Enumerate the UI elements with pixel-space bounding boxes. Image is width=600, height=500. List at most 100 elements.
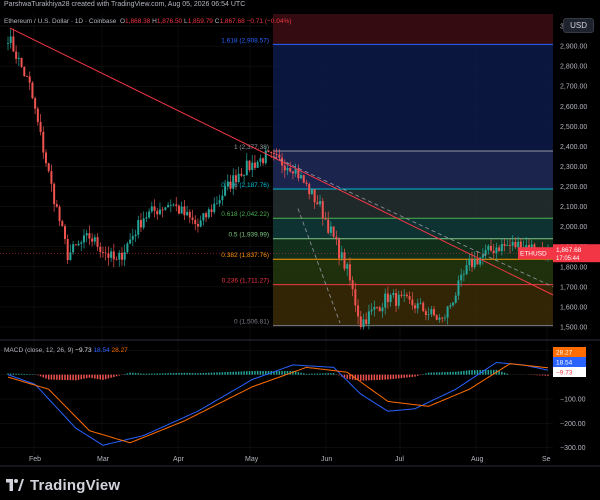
candle-body	[500, 244, 503, 252]
candle-body	[327, 219, 330, 233]
candle-body	[69, 252, 72, 261]
candle-body	[248, 160, 251, 171]
candle-body	[139, 220, 142, 228]
candle-body	[164, 207, 167, 210]
candle-body	[188, 211, 191, 218]
candle-body	[433, 309, 436, 316]
candle-body	[9, 36, 12, 44]
candle-body	[129, 239, 132, 244]
candle-body	[405, 294, 408, 297]
candle-body	[205, 213, 208, 218]
candle-body	[283, 165, 286, 171]
candle-body	[509, 245, 512, 246]
candle-body	[378, 307, 381, 312]
time-axis-label: Aug	[471, 456, 484, 463]
candle-body	[465, 265, 468, 275]
currency-button[interactable]: USD	[563, 18, 594, 33]
candle-body	[525, 245, 528, 248]
candle-body	[77, 243, 80, 246]
candle-body	[42, 131, 45, 153]
candle-body	[506, 245, 509, 246]
macd-tag-value: 18.54	[556, 360, 573, 367]
candle-body	[354, 289, 357, 306]
candle-body	[74, 244, 77, 246]
candle-body	[161, 209, 164, 211]
candle-body	[169, 204, 172, 206]
candle-body	[218, 200, 221, 204]
candle-body	[110, 251, 113, 258]
fib-zone	[273, 150, 553, 189]
candle-body	[31, 82, 34, 99]
candle-body	[492, 250, 495, 253]
candle-body	[449, 305, 452, 307]
price-axis-label: 1,800.00	[560, 264, 587, 271]
candle-body	[210, 209, 213, 213]
high-value: 1,876.50	[156, 18, 183, 25]
candle-body	[422, 302, 425, 312]
candle-body	[28, 76, 31, 83]
candle-body	[446, 306, 449, 318]
candle-body	[468, 258, 471, 266]
candle-body	[191, 217, 194, 220]
candle-body	[199, 220, 202, 227]
candle-body	[411, 299, 414, 306]
candle-body	[23, 66, 26, 77]
candle-body	[207, 209, 210, 218]
candle-body	[441, 317, 444, 319]
candle-body	[416, 303, 419, 309]
candle-body	[427, 314, 430, 316]
candle-body	[148, 211, 151, 218]
candle-body	[229, 181, 232, 189]
time-axis-label: Jul	[395, 456, 404, 463]
candle-body	[484, 250, 487, 255]
candle-body	[329, 226, 332, 233]
candle-body	[286, 168, 289, 171]
candle-body	[215, 203, 218, 205]
candle-body	[389, 295, 392, 303]
candle-body	[186, 211, 189, 216]
symbol-name: Ethereum / U.S. Dollar · 1D · Coinbase	[4, 18, 117, 25]
candle-body	[321, 201, 324, 219]
candle-body	[120, 252, 123, 260]
candle-body	[240, 173, 243, 176]
candle-body	[305, 182, 308, 184]
candle-body	[335, 236, 338, 240]
candle-body	[221, 195, 224, 201]
candle-body	[471, 258, 474, 268]
candle-body	[454, 295, 457, 303]
macd-line-value: 18.54	[93, 347, 110, 354]
candle-body	[61, 221, 64, 227]
price-axis-label: 2,900.00	[560, 44, 587, 51]
candle-body	[88, 233, 91, 239]
candle-body	[264, 150, 267, 164]
candle-body	[134, 234, 137, 237]
candle-body	[36, 108, 39, 122]
price-axis-label: 2,300.00	[560, 164, 587, 171]
price-tag-value: 1,867.68	[556, 247, 582, 254]
candle-body	[332, 226, 335, 237]
candle-body	[346, 264, 349, 269]
candle-body	[158, 209, 161, 215]
macd-axis-label: −100.00	[560, 397, 586, 404]
candle-body	[400, 294, 403, 296]
fib-level-label: 1.618 (2,908.57)	[221, 37, 269, 44]
price-axis-label: 2,100.00	[560, 204, 587, 211]
macd-legend: MACD (close, 12, 26, 9) −9.73 18.54 28.2…	[4, 347, 128, 354]
low-value: 1,859.79	[187, 18, 213, 25]
candle-body	[316, 202, 319, 205]
time-axis-label: Feb	[29, 456, 41, 463]
fib-level-label: 0 (1,506.81)	[234, 319, 269, 326]
time-axis-label: Se	[542, 456, 551, 463]
candle-body	[473, 259, 476, 268]
candle-body	[245, 160, 248, 176]
candle-body	[511, 241, 514, 246]
candle-body	[39, 121, 42, 132]
candle-body	[348, 264, 351, 281]
time-axis-label: Apr	[173, 456, 185, 463]
candle-body	[476, 259, 479, 265]
candle-body	[514, 241, 517, 248]
price-axis-label: 2,600.00	[560, 104, 587, 111]
candle-body	[457, 280, 460, 296]
chart-canvas[interactable]: 3,000.002,900.002,800.002,700.002,600.00…	[0, 0, 600, 470]
change-value: −0.71 (−0.04%)	[246, 18, 292, 25]
